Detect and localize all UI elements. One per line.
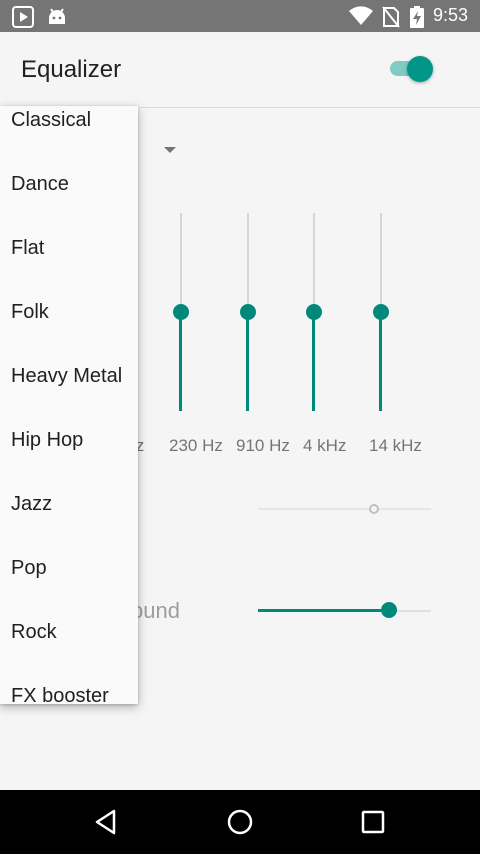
band-fill [312,312,315,411]
band-fill [379,312,382,411]
band-fill [246,312,249,411]
preset-item-pop[interactable]: Pop [11,556,47,580]
band-label: 910 Hz [236,436,290,455]
preset-item-folk[interactable]: Folk [11,300,49,324]
bass-boost-knob[interactable] [369,504,379,514]
surround-knob[interactable] [381,602,397,618]
band-slider-14khz[interactable] [369,213,393,411]
navigation-bar [0,790,480,854]
surround-label: ound [131,598,180,623]
preset-item-flat[interactable]: Flat [11,236,44,260]
home-icon[interactable] [224,806,256,838]
battery-charging-icon [410,6,424,33]
band-slider-910hz[interactable] [236,213,260,411]
preset-item-hip-hop[interactable]: Hip Hop [11,428,83,452]
recents-icon[interactable] [357,806,389,838]
status-time: 9:53 [432,5,468,25]
preset-item-heavy-metal[interactable]: Heavy Metal [11,364,122,388]
app-bar: Equalizer [0,32,480,108]
preset-item-jazz[interactable]: Jazz [11,492,52,516]
play-store-icon [12,6,34,33]
wifi-icon [349,6,373,31]
band-slider-4khz[interactable] [302,213,326,411]
band-knob[interactable] [240,304,256,320]
band-fill [179,312,182,411]
no-sim-icon [382,6,400,33]
surround-fill [258,609,389,612]
preset-dropdown-arrow-icon[interactable] [164,147,176,153]
back-icon[interactable] [90,806,122,838]
band-label: 230 Hz [169,436,223,455]
band-label: 4 kHz [303,436,347,455]
preset-dropdown-menu: Classical Dance Flat Folk Heavy Metal Hi… [0,106,138,704]
status-bar: 9:53 [0,0,480,32]
preset-item-classical[interactable]: Classical [11,108,91,132]
bass-boost-slider[interactable] [258,508,431,510]
band-knob[interactable] [373,304,389,320]
preset-item-fx-booster[interactable]: FX booster [11,684,109,704]
toggle-thumb [407,56,433,82]
equalizer-toggle[interactable] [390,54,436,84]
android-icon [46,6,68,33]
band-slider-230hz[interactable] [169,213,193,411]
band-knob[interactable] [306,304,322,320]
band-knob[interactable] [173,304,189,320]
band-label: 14 kHz [369,436,422,455]
preset-item-rock[interactable]: Rock [11,620,57,644]
preset-item-dance[interactable]: Dance [11,172,69,196]
page-title: Equalizer [21,56,122,83]
